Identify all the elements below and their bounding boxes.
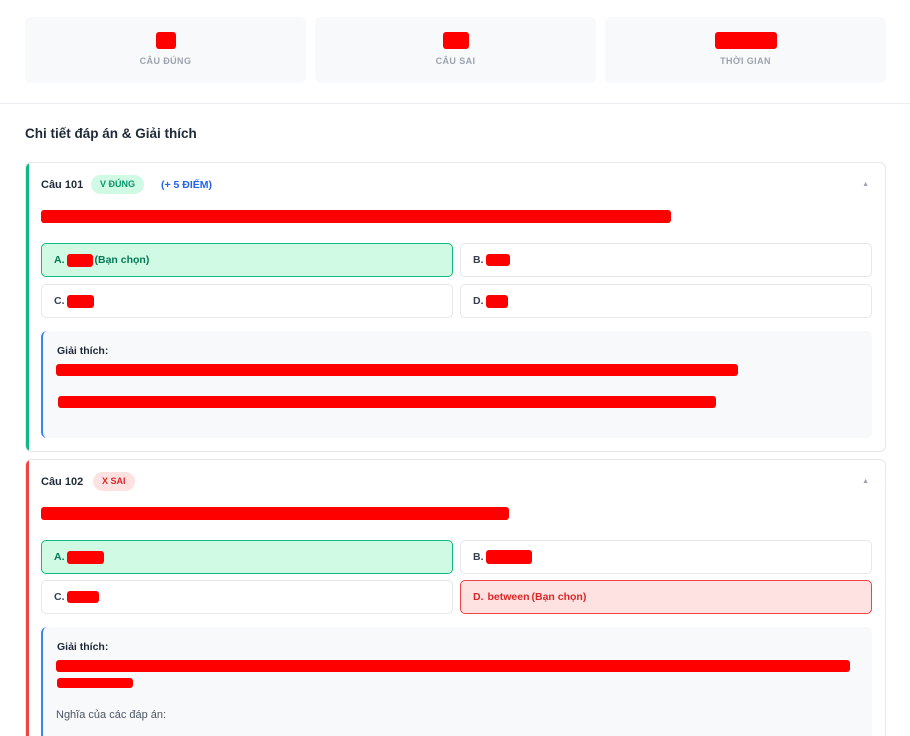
- option-d[interactable]: D.: [460, 284, 872, 318]
- stat-correct-count: CÂU ĐÚNG: [25, 17, 306, 83]
- status-bar: [26, 163, 29, 451]
- stat-label: CÂU ĐÚNG: [139, 56, 192, 66]
- status-bar: [26, 460, 29, 736]
- stat-label: THỜI GIAN: [720, 56, 771, 66]
- explanation-text-redacted: [58, 396, 716, 408]
- option-text-redacted: [485, 550, 532, 564]
- option-letter: D.: [473, 591, 484, 603]
- option-b[interactable]: B.: [460, 243, 872, 277]
- explanation-title: Giải thích:: [57, 641, 109, 653]
- option-letter: A.: [54, 254, 65, 266]
- option-text-redacted: [66, 294, 94, 308]
- explanation-text-redacted: [56, 660, 850, 672]
- explanation-box: Giải thích: Nghĩa của các đáp án:: [41, 627, 872, 736]
- chevron-up-icon[interactable]: ▲: [862, 181, 869, 188]
- option-text-redacted: [66, 591, 99, 603]
- option-text-redacted: [66, 253, 93, 267]
- option-letter: C.: [54, 591, 65, 603]
- question-card-102: Câu 102 X SAI ▲ A. B. C. D. between (Bạn…: [25, 459, 886, 736]
- option-b[interactable]: B.: [460, 540, 872, 574]
- option-a[interactable]: A.: [41, 540, 453, 574]
- stat-wrong-count: CÂU SAI: [315, 17, 596, 83]
- selected-note: (Bạn chọn): [531, 591, 587, 603]
- option-letter: D.: [473, 295, 484, 307]
- divider: [0, 103, 910, 104]
- explanation-text-redacted: [57, 678, 133, 688]
- section-title: Chi tiết đáp án & Giải thích: [25, 126, 197, 141]
- option-text-redacted: [66, 550, 104, 564]
- question-number: Câu 102: [41, 476, 84, 488]
- explanation-box: Giải thích:: [41, 331, 872, 438]
- question-text-redacted: [41, 507, 509, 520]
- option-letter: B.: [473, 551, 484, 563]
- points-label: (+ 5 ĐIỂM): [161, 179, 213, 191]
- stat-value-redacted: [155, 32, 176, 49]
- option-c[interactable]: C.: [41, 580, 453, 614]
- stat-label: CÂU SAI: [435, 56, 476, 66]
- meanings-label: Nghĩa của các đáp án:: [56, 709, 167, 721]
- selected-note: (Bạn chọn): [94, 254, 150, 266]
- question-card-101: Câu 101 V ĐÚNG (+ 5 ĐIỂM) ▲ A. (Bạn chọn…: [25, 162, 886, 452]
- question-number: Câu 101: [41, 179, 84, 191]
- stats-summary: CÂU ĐÚNG CÂU SAI THỜI GIAN: [25, 17, 886, 83]
- option-a[interactable]: A. (Bạn chọn): [41, 243, 453, 277]
- stat-value-redacted: [442, 32, 469, 49]
- stat-time: THỜI GIAN: [605, 17, 886, 83]
- status-badge: X SAI: [93, 472, 135, 491]
- option-text-redacted: [485, 294, 508, 308]
- explanation-title: Giải thích:: [57, 345, 109, 357]
- question-text-redacted: [41, 210, 671, 223]
- option-text-redacted: [485, 254, 510, 266]
- option-c[interactable]: C.: [41, 284, 453, 318]
- option-text: between: [487, 591, 530, 603]
- chevron-up-icon[interactable]: ▲: [862, 478, 869, 485]
- stat-value-redacted: [714, 32, 777, 49]
- option-letter: B.: [473, 254, 484, 266]
- option-letter: A.: [54, 551, 65, 563]
- option-d[interactable]: D. between (Bạn chọn): [460, 580, 872, 614]
- status-badge: V ĐÚNG: [91, 175, 145, 194]
- option-letter: C.: [54, 295, 65, 307]
- explanation-text-redacted: [56, 364, 738, 376]
